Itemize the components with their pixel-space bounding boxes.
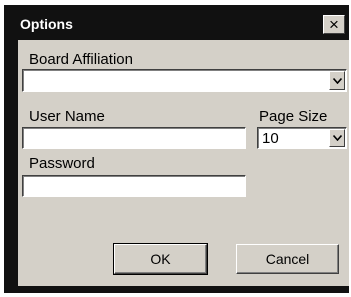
dialog-title: Options <box>20 16 73 32</box>
title-bar[interactable]: Options <box>10 11 349 35</box>
user-name-label: User Name <box>29 108 105 125</box>
page-size-label: Page Size <box>259 108 328 125</box>
board-affiliation-dropdown-button[interactable] <box>329 71 345 90</box>
board-affiliation-select[interactable] <box>22 69 347 92</box>
close-button[interactable]: × <box>323 15 345 34</box>
options-dialog: Options × Board Affiliation User Name Pa… <box>4 5 349 293</box>
page-size-value: 10 <box>262 130 279 147</box>
close-icon: × <box>329 15 339 34</box>
page-size-dropdown-button[interactable] <box>329 129 345 147</box>
board-affiliation-label: Board Affiliation <box>29 51 133 68</box>
cancel-button[interactable]: Cancel <box>236 244 339 274</box>
chevron-down-icon <box>333 77 342 84</box>
password-label: Password <box>29 155 95 172</box>
password-field[interactable] <box>22 175 246 197</box>
user-name-field[interactable] <box>22 127 246 149</box>
page-size-select[interactable]: 10 <box>257 127 347 149</box>
dialog-body: Board Affiliation User Name Page Size 10… <box>18 40 349 286</box>
chevron-down-icon <box>333 135 342 141</box>
ok-button[interactable]: OK <box>113 243 208 275</box>
